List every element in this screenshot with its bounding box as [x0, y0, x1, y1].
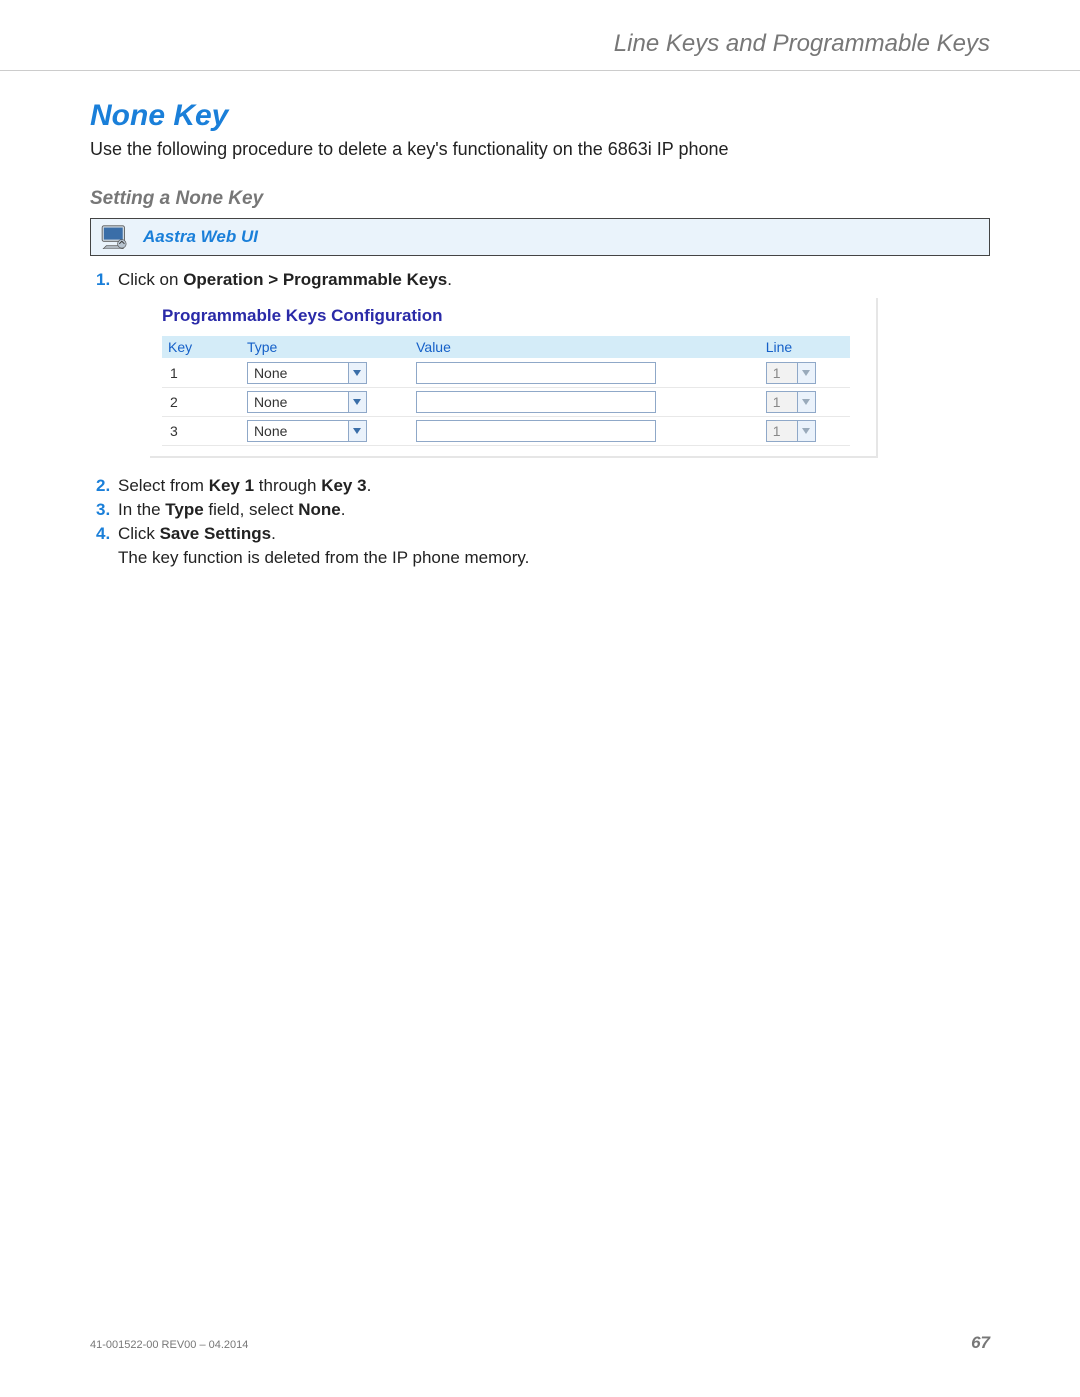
step-2: 2. Select from Key 1 through Key 3. [96, 476, 990, 496]
table-header-row: Key Type Value Line [162, 336, 850, 359]
cell-key: 3 [162, 417, 241, 446]
section-intro: Use the following procedure to delete a … [90, 139, 990, 160]
col-type: Type [241, 336, 410, 359]
steps-list: 1. Click on Operation > Programmable Key… [96, 270, 990, 290]
table-row: 2 None 1 [162, 388, 850, 417]
line-dropdown[interactable]: 1 [766, 362, 816, 384]
chevron-down-icon [797, 392, 815, 412]
text: . [447, 270, 452, 289]
step-text: In the Type field, select None. [118, 500, 990, 520]
chevron-down-icon [348, 363, 366, 383]
value-input[interactable] [416, 391, 656, 413]
cell-key: 1 [162, 359, 241, 388]
step-3: 3. In the Type field, select None. [96, 500, 990, 520]
step-1: 1. Click on Operation > Programmable Key… [96, 270, 990, 290]
chevron-down-icon [797, 421, 815, 441]
dropdown-value: 1 [767, 421, 797, 441]
footer-docid: 41-001522-00 REV00 – 04.2014 [90, 1339, 248, 1351]
step-number: 1. [96, 270, 118, 290]
type-dropdown[interactable]: None [247, 420, 367, 442]
dropdown-value: 1 [767, 392, 797, 412]
text: In the [118, 500, 165, 519]
chevron-down-icon [348, 421, 366, 441]
text: Select from [118, 476, 209, 495]
dropdown-value: 1 [767, 363, 797, 383]
col-key: Key [162, 336, 241, 359]
step-number: 2. [96, 476, 118, 496]
text: . [367, 476, 372, 495]
section-title: None Key [90, 99, 990, 133]
line-dropdown[interactable]: 1 [766, 420, 816, 442]
value-input[interactable] [416, 362, 656, 384]
section-subtitle: Setting a None Key [90, 188, 990, 210]
footer-page-number: 67 [971, 1333, 990, 1353]
col-value: Value [410, 336, 760, 359]
config-panel: Programmable Keys Configuration Key Type… [150, 298, 878, 458]
type-dropdown[interactable]: None [247, 362, 367, 384]
text: field, select [204, 500, 299, 519]
step-number: 4. [96, 524, 118, 544]
step-number: 3. [96, 500, 118, 520]
dropdown-value: None [248, 363, 348, 383]
step-4: 4. Click Save Settings. [96, 524, 990, 544]
header-divider [0, 70, 1080, 71]
value-input[interactable] [416, 420, 656, 442]
table-row: 1 None 1 [162, 359, 850, 388]
text-bold: None [298, 500, 341, 519]
chevron-down-icon [797, 363, 815, 383]
text-bold: Type [165, 500, 203, 519]
step-text: Click Save Settings. [118, 524, 990, 544]
config-title: Programmable Keys Configuration [150, 306, 876, 336]
cell-key: 2 [162, 388, 241, 417]
web-ui-label: Aastra Web UI [143, 227, 258, 247]
text: . [341, 500, 346, 519]
text-bold: Save Settings [160, 524, 272, 543]
chevron-down-icon [348, 392, 366, 412]
text: through [254, 476, 321, 495]
text-bold: Operation > Programmable Keys [183, 270, 447, 289]
table-row: 3 None 1 [162, 417, 850, 446]
config-table: Key Type Value Line 1 None [162, 336, 850, 446]
type-dropdown[interactable]: None [247, 391, 367, 413]
line-dropdown[interactable]: 1 [766, 391, 816, 413]
step-4-sub: The key function is deleted from the IP … [118, 548, 990, 568]
col-line: Line [760, 336, 850, 359]
dropdown-value: None [248, 421, 348, 441]
dropdown-value: None [248, 392, 348, 412]
text: Click [118, 524, 160, 543]
text-bold: Key 1 [209, 476, 254, 495]
web-ui-box: Aastra Web UI [90, 218, 990, 256]
header-breadcrumb: Line Keys and Programmable Keys [90, 30, 990, 70]
text-bold: Key 3 [321, 476, 366, 495]
step-text: Click on Operation > Programmable Keys. [118, 270, 990, 290]
text: Click on [118, 270, 183, 289]
page-footer: 41-001522-00 REV00 – 04.2014 67 [90, 1333, 990, 1353]
monitor-icon [101, 225, 129, 249]
text: . [271, 524, 276, 543]
step-text: Select from Key 1 through Key 3. [118, 476, 990, 496]
steps-list-cont: 2. Select from Key 1 through Key 3. 3. I… [96, 476, 990, 544]
